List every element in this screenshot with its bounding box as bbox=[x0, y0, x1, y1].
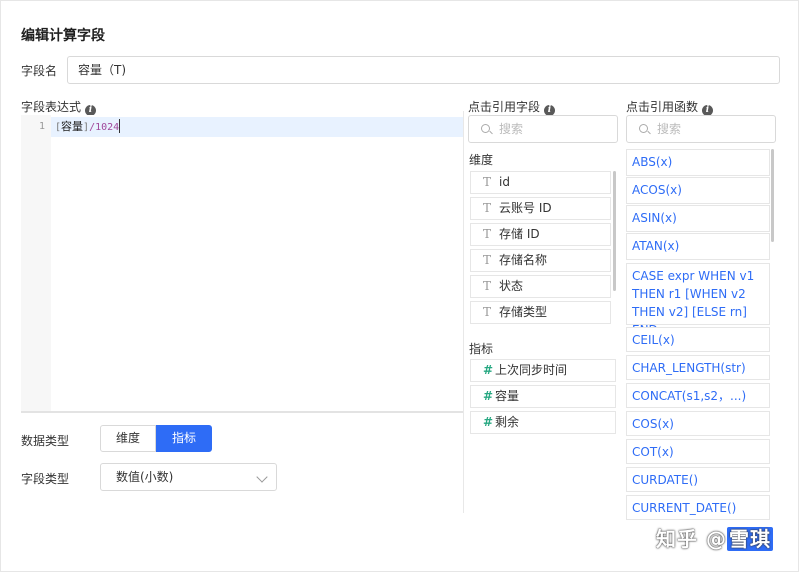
field-type-value: 数值(小数) bbox=[116, 470, 174, 484]
watermark: 知乎 @ 雪琪 bbox=[656, 523, 773, 552]
expression-label: 字段表达式 i bbox=[21, 98, 97, 116]
number-type-icon: # bbox=[483, 363, 494, 377]
code-field-token: 容量 bbox=[61, 120, 84, 133]
data-type-metric-button[interactable]: 指标 bbox=[156, 425, 212, 452]
dimension-item-label: id bbox=[499, 175, 510, 189]
watermark-prefix: 知乎 @ bbox=[656, 527, 727, 551]
function-item[interactable]: CURDATE() bbox=[626, 467, 770, 492]
function-item[interactable]: CASE expr WHEN v1 THEN r1 [WHEN v2 THEN … bbox=[626, 263, 770, 337]
active-code-line[interactable]: [容量]/1024 bbox=[51, 117, 463, 137]
field-type-select[interactable]: 数值(小数) bbox=[100, 463, 277, 491]
dimension-item[interactable]: T 存储名称 bbox=[470, 249, 611, 272]
text-type-icon: T bbox=[483, 253, 492, 267]
metric-item-label: 容量 bbox=[495, 389, 520, 403]
line-number: 1 bbox=[38, 121, 45, 132]
text-type-icon: T bbox=[483, 201, 492, 215]
function-item[interactable]: ASIN(x) bbox=[626, 205, 770, 232]
search-icon bbox=[639, 124, 648, 133]
ref-functions-label-text: 点击引用函数 bbox=[626, 100, 699, 114]
number-type-icon: # bbox=[483, 415, 494, 429]
metric-item[interactable]: # 上次同步时间 bbox=[470, 359, 616, 382]
dimension-item-label: 存储类型 bbox=[499, 305, 548, 319]
text-cursor bbox=[119, 119, 121, 133]
dimensions-section-title: 维度 bbox=[469, 153, 494, 167]
dialog-title: 编辑计算字段 bbox=[21, 28, 105, 44]
field-search-placeholder: 搜索 bbox=[499, 122, 524, 136]
function-item[interactable]: CURRENT_DATE() bbox=[626, 495, 770, 520]
expression-label-text: 字段表达式 bbox=[21, 100, 82, 114]
dimension-item[interactable]: T 状态 bbox=[470, 275, 611, 298]
function-item[interactable]: COS(x) bbox=[626, 411, 770, 436]
search-icon bbox=[481, 124, 490, 133]
text-type-icon: T bbox=[483, 279, 492, 293]
metric-item-label: 剩余 bbox=[495, 415, 520, 429]
panel-divider bbox=[463, 111, 464, 513]
number-type-icon: # bbox=[483, 389, 494, 403]
dimension-item[interactable]: Tid bbox=[470, 171, 611, 194]
editor-gutter: 1 bbox=[21, 115, 51, 411]
ref-fields-label: 点击引用字段 i bbox=[468, 98, 556, 116]
metric-item[interactable]: # 剩余 bbox=[470, 411, 616, 434]
data-type-dimension-button[interactable]: 维度 bbox=[100, 425, 156, 452]
function-item[interactable]: ACOS(x) bbox=[626, 177, 770, 204]
function-search-input[interactable]: 搜索 bbox=[626, 115, 776, 143]
ref-functions-label: 点击引用函数 i bbox=[626, 98, 714, 116]
field-name-label: 字段名 bbox=[21, 64, 58, 78]
function-item[interactable]: CEIL(x) bbox=[626, 327, 770, 352]
field-type-label: 字段类型 bbox=[21, 472, 70, 486]
function-item[interactable]: ABS(x) bbox=[626, 149, 770, 176]
watermark-name: 雪琪 bbox=[726, 527, 773, 551]
chevron-down-icon bbox=[256, 471, 268, 483]
function-item[interactable]: CONCAT(s1,s2，...) bbox=[626, 383, 770, 408]
data-type-toggle: 维度 指标 bbox=[100, 425, 212, 452]
metrics-section-title: 指标 bbox=[469, 342, 494, 356]
dimensions-scrollbar[interactable] bbox=[613, 171, 616, 291]
functions-scrollbar[interactable] bbox=[771, 149, 774, 242]
text-type-icon: T bbox=[483, 305, 492, 319]
dimension-item-label: 存储名称 bbox=[499, 253, 548, 267]
dimension-item-label: 存储 ID bbox=[499, 227, 540, 241]
dimension-item[interactable]: T 云账号 ID bbox=[470, 197, 611, 220]
function-item[interactable]: CHAR_LENGTH(str) bbox=[626, 355, 770, 380]
text-type-icon: T bbox=[483, 175, 492, 189]
function-search-placeholder: 搜索 bbox=[657, 122, 682, 136]
edit-calculated-field-dialog: 编辑计算字段 字段名 容量（T) 字段表达式 i 1 [容量]/1024 数据类型… bbox=[0, 0, 799, 572]
field-name-input[interactable]: 容量（T) bbox=[67, 56, 780, 84]
field-search-input[interactable]: 搜索 bbox=[468, 115, 618, 143]
metric-item-label: 上次同步时间 bbox=[495, 363, 568, 377]
dimension-item[interactable]: T 存储 ID bbox=[470, 223, 611, 246]
function-item[interactable]: ATAN(x) bbox=[626, 233, 770, 260]
metric-item[interactable]: # 容量 bbox=[470, 385, 616, 408]
expression-editor[interactable]: 1 [容量]/1024 bbox=[21, 115, 463, 413]
function-item[interactable]: COT(x) bbox=[626, 439, 770, 464]
ref-fields-label-text: 点击引用字段 bbox=[468, 100, 541, 114]
text-type-icon: T bbox=[483, 227, 492, 241]
dimension-item-label: 云账号 ID bbox=[499, 201, 552, 215]
code-operator-token: /1024 bbox=[89, 122, 120, 133]
data-type-label: 数据类型 bbox=[21, 434, 70, 448]
dimension-item[interactable]: T 存储类型 bbox=[470, 301, 611, 324]
dimension-item-label: 状态 bbox=[499, 279, 524, 293]
